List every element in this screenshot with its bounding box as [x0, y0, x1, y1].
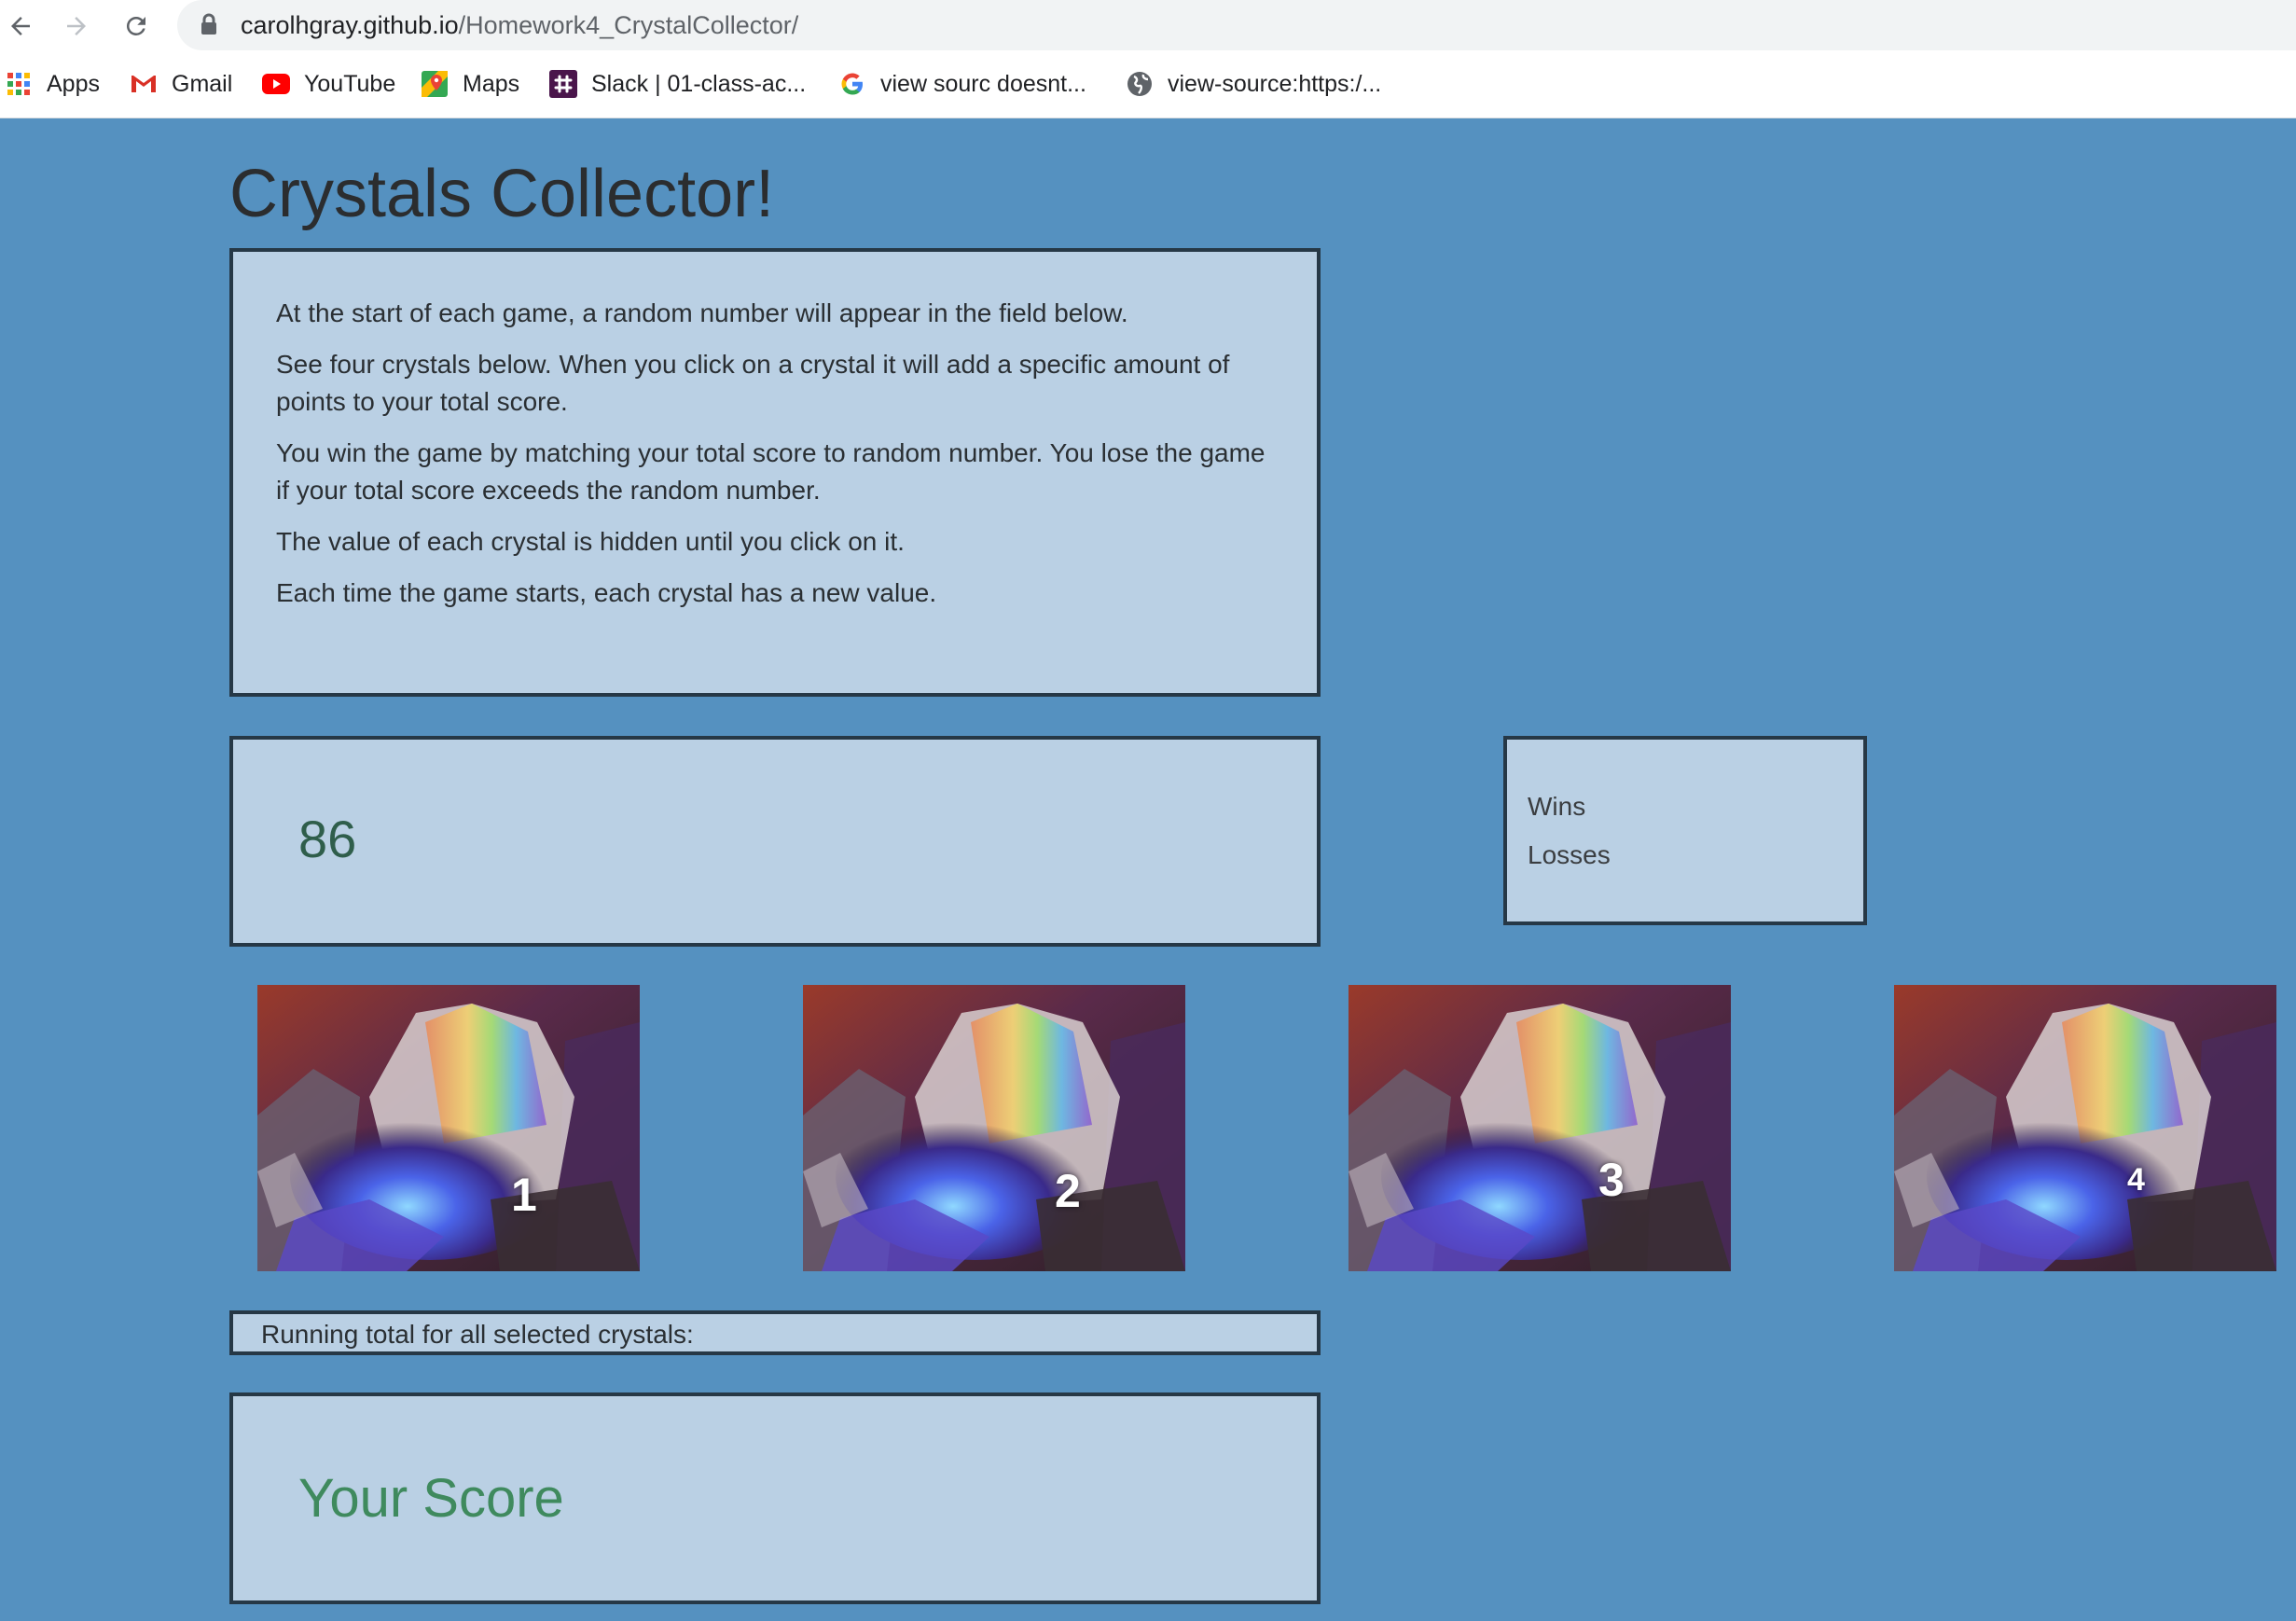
apps-grid-icon [4, 69, 34, 99]
bookmark-label: view-source:https:/... [1168, 70, 1382, 97]
slack-icon [548, 69, 578, 99]
crystal-number: 1 [511, 1169, 537, 1221]
browser-toolbar: carolhgray.github.io/Homework4_CrystalCo… [0, 0, 2296, 50]
bookmark-google[interactable]: view sourc doesnt... [837, 67, 1086, 101]
running-total-label: Running total for all selected crystals: [261, 1320, 694, 1349]
bookmark-label: YouTube [304, 70, 396, 97]
random-number-panel: 86 [229, 736, 1321, 947]
crystal-image [1894, 985, 2276, 1271]
reload-icon [126, 16, 145, 35]
lock-icon [200, 13, 218, 40]
bookmarks-bar: Apps Gmail YouTube Maps Slack | 01-class… [0, 50, 2296, 118]
google-icon [837, 69, 867, 99]
score-label: Your Score [298, 1468, 564, 1529]
losses-label: Losses [1528, 840, 1611, 869]
instructions-panel: At the start of each game, a random numb… [229, 248, 1321, 697]
url-text: carolhgray.github.io/Homework4_CrystalCo… [241, 11, 798, 40]
forward-button[interactable] [56, 6, 97, 47]
back-button[interactable] [0, 6, 41, 47]
arrow-left-icon [11, 17, 30, 35]
random-number: 86 [298, 810, 357, 868]
running-total-panel: Running total for all selected crystals: [229, 1310, 1321, 1355]
bookmark-label: view sourc doesnt... [880, 70, 1086, 97]
reload-button[interactable] [116, 6, 157, 47]
crystal-image [1349, 985, 1731, 1271]
crystal-image [803, 985, 1185, 1271]
instruction-text: See four crystals below. When you click … [276, 350, 1230, 416]
bookmark-label: Gmail [172, 70, 233, 97]
url-host: carolhgray.github.io [241, 11, 459, 39]
arrow-right-icon [67, 17, 86, 35]
score-panel: Your Score [229, 1392, 1321, 1604]
bookmark-label: Maps [463, 70, 520, 97]
bookmark-youtube[interactable]: YouTube [261, 67, 395, 101]
instruction-text: Each time the game starts, each crystal … [276, 578, 937, 607]
crystal-number: 4 [2127, 1162, 2145, 1198]
page-title: Crystals Collector! [229, 157, 775, 231]
instruction-text: At the start of each game, a random numb… [276, 298, 1128, 327]
bookmark-apps[interactable]: Apps [4, 67, 100, 101]
crystal-button-3[interactable]: 3 [1349, 985, 1731, 1271]
crystal-number: 2 [1055, 1165, 1081, 1217]
youtube-icon [261, 69, 291, 99]
win-loss-panel: Wins Losses [1503, 736, 1867, 925]
instruction-text: The value of each crystal is hidden unti… [276, 527, 905, 556]
wins-label: Wins [1528, 792, 1586, 821]
crystal-button-4[interactable]: 4 [1894, 985, 2276, 1271]
address-bar[interactable]: carolhgray.github.io/Homework4_CrystalCo… [177, 0, 2296, 50]
bookmark-view-source[interactable]: view-source:https:/... [1125, 67, 1381, 101]
game-page: Crystals Collector! At the start of each… [0, 118, 2296, 1621]
crystal-image [257, 985, 640, 1271]
instruction-text: You win the game by matching your total … [276, 438, 1266, 505]
bookmark-slack[interactable]: Slack | 01-class-ac... [548, 67, 806, 101]
globe-icon [1125, 69, 1155, 99]
crystal-number: 3 [1598, 1154, 1625, 1206]
bookmark-gmail[interactable]: Gmail [129, 67, 232, 101]
bookmark-maps[interactable]: Maps [420, 67, 519, 101]
maps-icon [420, 69, 450, 99]
url-path: /Homework4_CrystalCollector/ [458, 11, 799, 39]
crystal-button-1[interactable]: 1 [257, 985, 640, 1271]
gmail-icon [129, 69, 159, 99]
bookmark-label: Apps [47, 70, 100, 97]
bookmark-label: Slack | 01-class-ac... [591, 70, 807, 97]
crystal-button-2[interactable]: 2 [803, 985, 1185, 1271]
